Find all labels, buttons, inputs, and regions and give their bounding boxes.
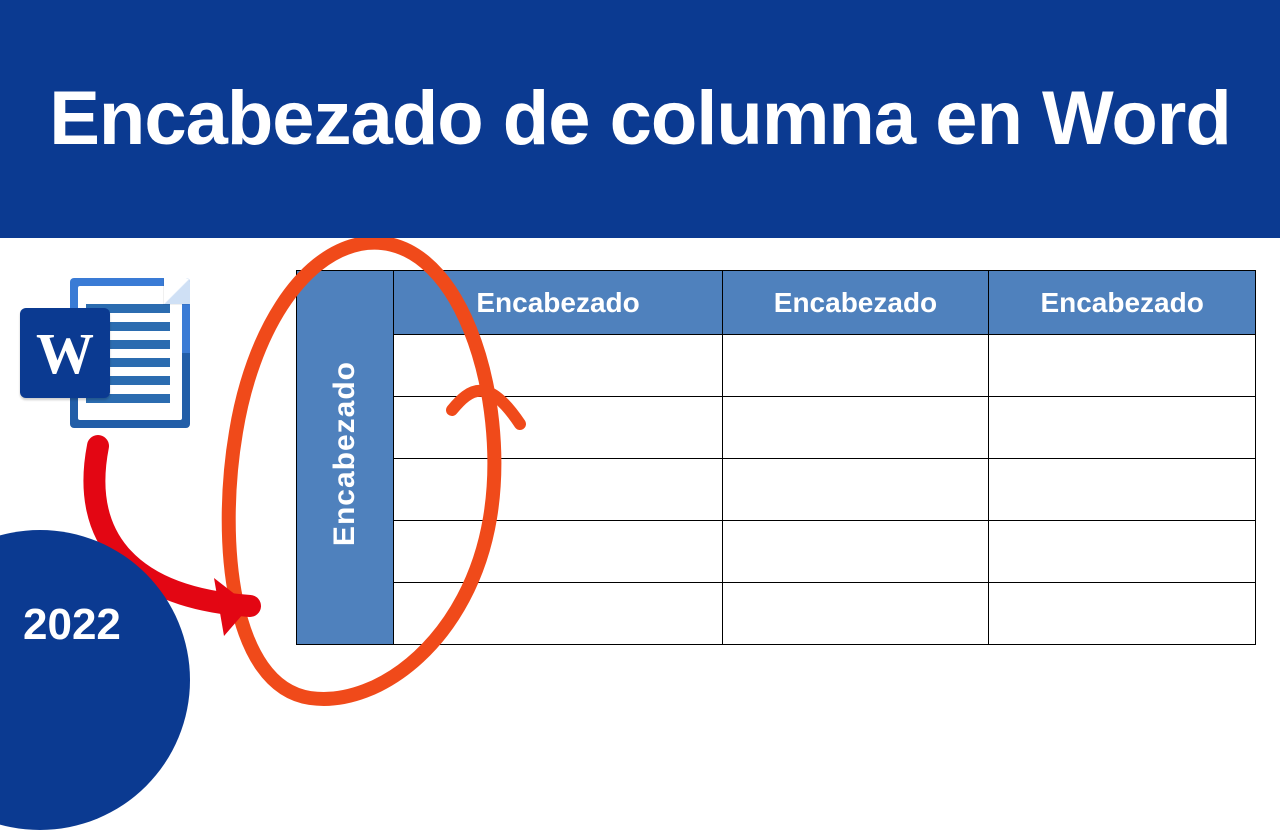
- page-title: Encabezado de columna en Word: [49, 78, 1231, 160]
- table-row: [297, 459, 1256, 521]
- col-header-1: Encabezado: [394, 271, 722, 335]
- word-badge-letter: W: [36, 320, 94, 387]
- table-row: [297, 521, 1256, 583]
- content-area: W Encabezado Encabezado Encabezado Encab…: [0, 238, 1280, 720]
- title-banner: Encabezado de columna en Word: [0, 0, 1280, 238]
- year-badge: 2022: [0, 530, 190, 830]
- demo-table: Encabezado Encabezado Encabezado Encabez…: [296, 270, 1256, 645]
- table-row: [297, 335, 1256, 397]
- table-row: [297, 583, 1256, 645]
- header-row: Encabezado Encabezado Encabezado Encabez…: [297, 271, 1256, 335]
- word-app-icon: W: [20, 278, 190, 428]
- arrow-head-icon: [214, 578, 250, 636]
- year-label: 2022: [23, 600, 121, 650]
- table-row: [297, 397, 1256, 459]
- row-header-label: Encabezado: [328, 361, 362, 546]
- col-header-2: Encabezado: [722, 271, 989, 335]
- col-header-3: Encabezado: [989, 271, 1256, 335]
- row-header-cell: Encabezado: [297, 271, 394, 645]
- word-badge-icon: W: [20, 308, 110, 398]
